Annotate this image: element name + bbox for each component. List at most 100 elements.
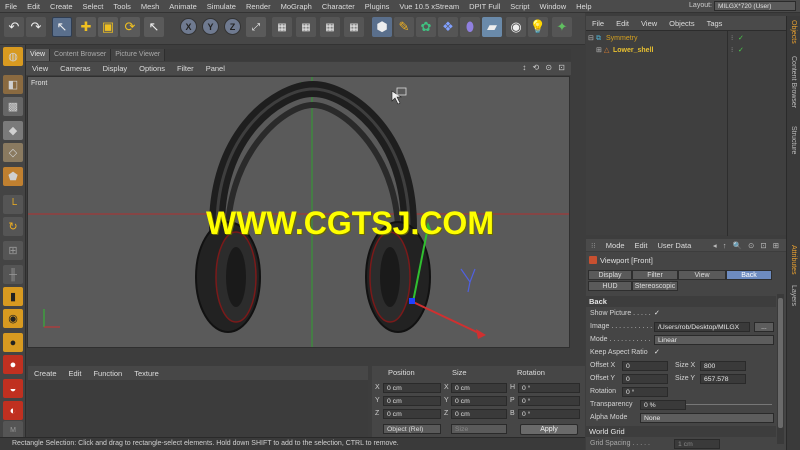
rotation-field[interactable]: 0 °	[622, 387, 668, 397]
offset-x-field[interactable]: 0	[622, 361, 668, 371]
move-icon[interactable]: ✚	[76, 17, 96, 37]
obj-menu-objects[interactable]: Objects	[663, 19, 700, 28]
size-mode-select[interactable]: Size	[451, 424, 507, 434]
menu-simulate[interactable]: Simulate	[202, 2, 241, 11]
panel-divider[interactable]	[26, 350, 571, 364]
visibility-dots-icon[interactable]: ⁝	[731, 45, 733, 56]
menu-vue[interactable]: Vue 10.5 xStream	[394, 2, 464, 11]
undo-icon[interactable]: ↶	[4, 17, 24, 37]
alpha-mode-select[interactable]: None	[640, 413, 774, 423]
mode-select[interactable]: Linear	[654, 335, 774, 345]
transparency-field[interactable]: 0 %	[640, 400, 686, 410]
obj-menu-edit[interactable]: Edit	[610, 19, 635, 28]
light-icon[interactable]: 💡	[528, 17, 548, 37]
rotation-h-field[interactable]: 0 °	[518, 383, 580, 393]
attr-tab-hud[interactable]: HUD	[588, 281, 632, 291]
tab-picture-viewer[interactable]: Picture Viewer	[111, 49, 166, 61]
position-x-field[interactable]: 0 cm	[383, 383, 441, 393]
menu-window[interactable]: Window	[534, 2, 571, 11]
transparency-slider[interactable]	[686, 404, 772, 405]
obj-menu-view[interactable]: View	[635, 19, 663, 28]
menu-plugins[interactable]: Plugins	[360, 2, 395, 11]
cube-icon[interactable]: ⬢	[372, 17, 392, 37]
position-y-field[interactable]: 0 cm	[383, 396, 441, 406]
menu-tools[interactable]: Tools	[108, 2, 136, 11]
grid-spacing-field[interactable]: 1 cm	[674, 439, 720, 449]
size-x-field[interactable]: 800	[700, 361, 746, 371]
side-tab-content-browser[interactable]: Content Browser	[790, 56, 797, 108]
scrollbar-thumb[interactable]	[778, 298, 783, 428]
polygon-mode-icon[interactable]: ⬟	[3, 167, 23, 186]
render-settings-icon[interactable]: ▦	[320, 17, 340, 37]
point-mode-icon[interactable]: ◆	[3, 121, 23, 140]
obj-menu-file[interactable]: File	[586, 19, 610, 28]
vp-menu-panel[interactable]: Panel	[200, 64, 231, 73]
attr-menu-mode[interactable]: Mode	[601, 241, 630, 250]
side-tab-layers[interactable]: Layers	[790, 285, 797, 306]
material-manager-body[interactable]	[28, 380, 368, 437]
side-tab-structure[interactable]: Structure	[790, 126, 797, 154]
rotate-icon[interactable]: ⟳	[120, 17, 140, 37]
edge-mode-icon[interactable]: ◇	[3, 143, 23, 162]
menu-create[interactable]: Create	[45, 2, 78, 11]
vp-menu-view[interactable]: View	[26, 64, 54, 73]
attr-tab-view[interactable]: View	[678, 270, 726, 280]
collapse-icon[interactable]: ⊟	[588, 33, 594, 44]
menu-render[interactable]: Render	[241, 2, 276, 11]
coordinate-system-icon[interactable]: ⤢	[246, 17, 266, 37]
menu-character[interactable]: Character	[317, 2, 360, 11]
vp-menu-display[interactable]: Display	[97, 64, 134, 73]
menu-edit[interactable]: Edit	[22, 2, 45, 11]
apply-button[interactable]: Apply	[520, 424, 578, 435]
show-picture-checkbox[interactable]: ✓	[654, 310, 662, 318]
magnet-icon[interactable]: ◒	[3, 379, 23, 398]
object-row-symmetry[interactable]: ⊟ ⧉ Symmetry ⁝ ✓	[586, 33, 786, 44]
tweak-icon[interactable]: ↻	[3, 217, 23, 236]
image-browse-button[interactable]: ...	[754, 322, 774, 332]
attributes-scrollbar[interactable]	[777, 294, 784, 444]
texture-mode-icon[interactable]: ▩	[3, 97, 23, 116]
vp-menu-filter[interactable]: Filter	[171, 64, 200, 73]
make-editable-icon[interactable]: ◍	[3, 47, 23, 66]
coords-mode-select[interactable]: Object (Rel)	[383, 424, 441, 434]
size-y-field[interactable]: 657.578	[700, 374, 746, 384]
offset-y-field[interactable]: 0	[622, 374, 668, 384]
floor-icon[interactable]: ▰	[482, 17, 502, 37]
layout-select[interactable]: MILGX*720 (User)	[714, 1, 796, 11]
viewport-front[interactable]: Front Y WWW.CGTSJ.COM	[27, 76, 570, 348]
paint-icon[interactable]: ●	[3, 355, 23, 374]
expand-icon[interactable]: ⊞	[596, 45, 602, 56]
mat-menu-edit[interactable]: Edit	[63, 369, 88, 378]
spline-pen-icon[interactable]: ✎	[394, 17, 414, 37]
menu-mesh[interactable]: Mesh	[136, 2, 164, 11]
axis-z-toggle[interactable]: Z	[224, 18, 241, 35]
tab-view[interactable]: View	[26, 49, 51, 61]
render-view-icon[interactable]: ▦	[272, 17, 292, 37]
lock-workplane-icon[interactable]: ▮	[3, 287, 23, 306]
workplane-icon[interactable]: ╫	[3, 265, 23, 284]
mat-menu-create[interactable]: Create	[28, 369, 63, 378]
attr-menu-user-data[interactable]: User Data	[652, 241, 696, 250]
snap-icon[interactable]: ⊞	[3, 241, 23, 260]
live-selection-icon[interactable]: ↖	[52, 17, 72, 37]
rotation-p-field[interactable]: 0 °	[518, 396, 580, 406]
brush-icon[interactable]: ◐	[3, 401, 23, 420]
size-z-field[interactable]: 0 cm	[451, 409, 507, 419]
side-tab-objects[interactable]: Objects	[790, 20, 797, 44]
enabled-check-icon[interactable]: ✓	[738, 45, 744, 56]
size-y-field[interactable]: 0 cm	[451, 396, 507, 406]
redo-icon[interactable]: ↷	[26, 17, 46, 37]
menu-dpit[interactable]: DPIT Full	[464, 2, 505, 11]
scale-icon[interactable]: ▣	[98, 17, 118, 37]
attr-tab-filter[interactable]: Filter	[632, 270, 678, 280]
camera-icon[interactable]: ◉	[506, 17, 526, 37]
section-back[interactable]: Back	[586, 296, 776, 307]
axis-mode-icon[interactable]: └	[3, 195, 23, 214]
attr-tab-back[interactable]: Back	[726, 270, 772, 280]
rotation-b-field[interactable]: 0 °	[518, 409, 580, 419]
mat-menu-texture[interactable]: Texture	[128, 369, 165, 378]
scene-icon[interactable]: ✦	[552, 17, 572, 37]
visibility-dots-icon[interactable]: ⁝	[731, 33, 733, 44]
menu-animate[interactable]: Animate	[164, 2, 202, 11]
recent-tools-icon[interactable]: ↖	[144, 17, 164, 37]
